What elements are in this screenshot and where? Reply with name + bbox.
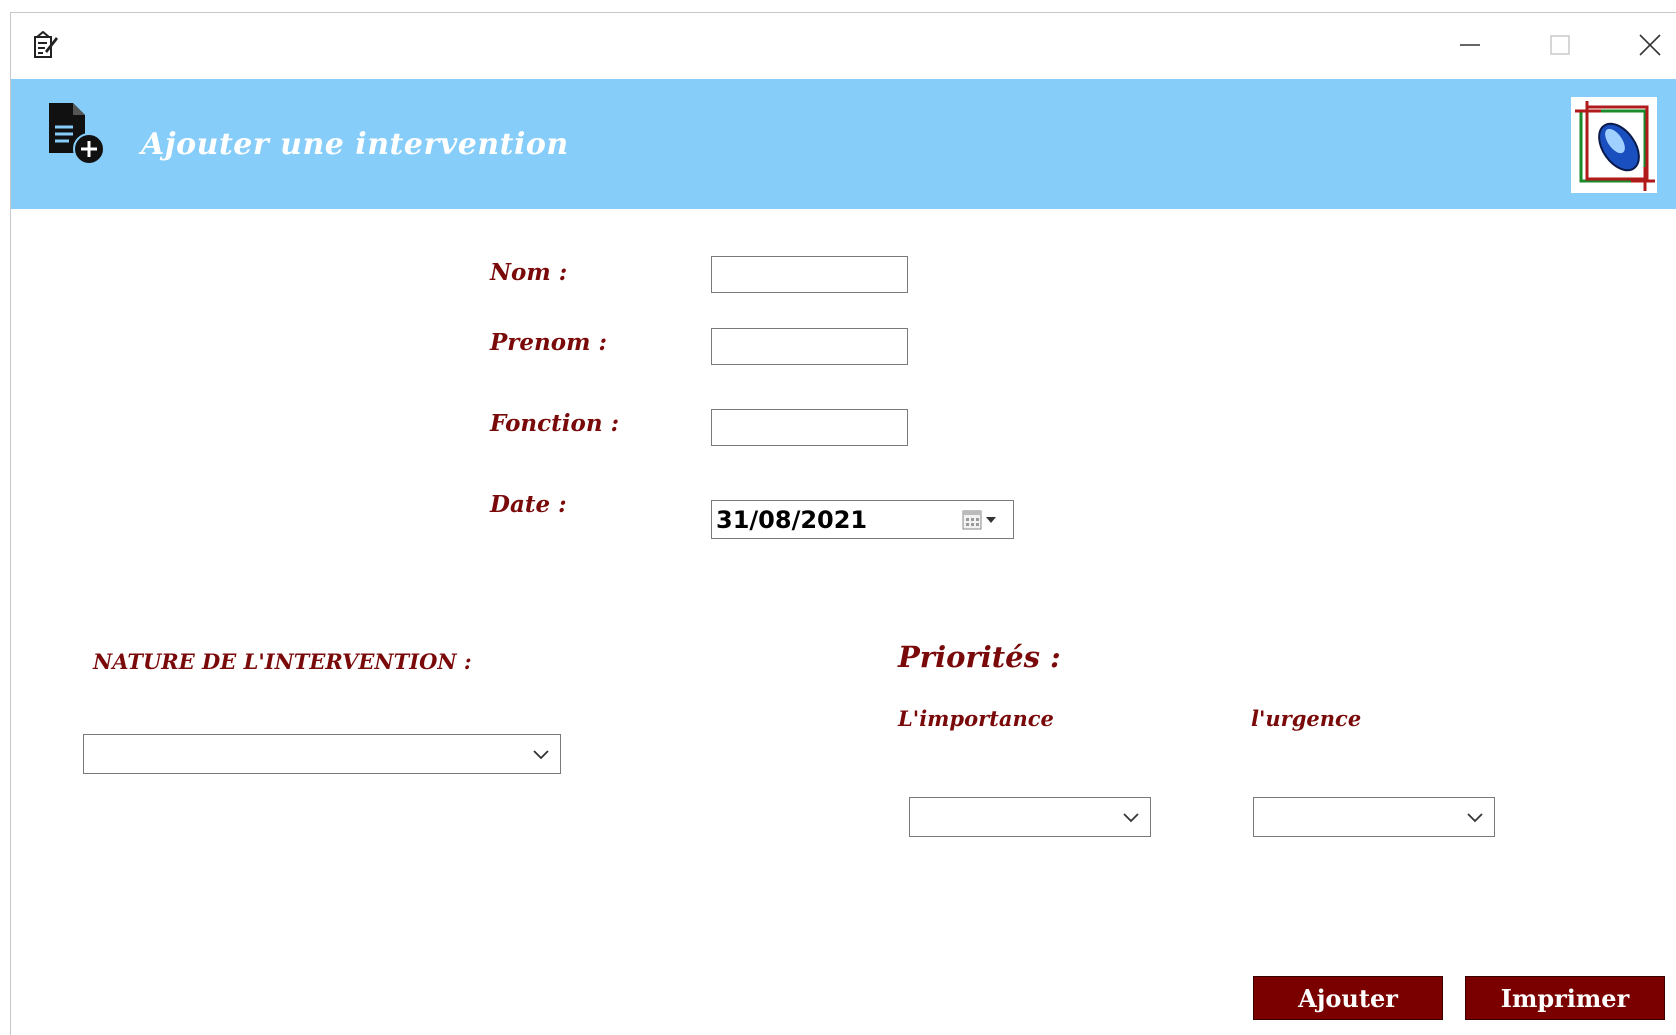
form-edit-icon [34, 31, 58, 58]
title-bar [11, 13, 1676, 79]
date-picker[interactable]: 31/08/2021 [711, 500, 1014, 539]
chevron-down-icon [533, 750, 549, 760]
date-value: 31/08/2021 [716, 506, 868, 534]
close-icon[interactable] [1627, 27, 1673, 63]
nature-select[interactable] [83, 734, 561, 774]
maximize-icon[interactable] [1537, 27, 1583, 63]
importance-label: L'importance [898, 706, 1054, 731]
minimize-icon[interactable] [1446, 27, 1492, 63]
app-window: Ajouter une intervention Nom : Prenom : … [10, 12, 1676, 1035]
fonction-field[interactable] [711, 409, 908, 446]
priorites-title: Priorités : [898, 640, 1061, 674]
imprimer-button[interactable]: Imprimer [1465, 976, 1665, 1020]
chevron-down-icon [1123, 813, 1139, 823]
urgence-label: l'urgence [1251, 706, 1362, 731]
calendar-dropdown-icon[interactable] [962, 510, 1006, 530]
page-title: Ajouter une intervention [141, 127, 569, 162]
nature-label: NATURE DE L'INTERVENTION : [93, 649, 472, 674]
prenom-field[interactable] [711, 328, 908, 365]
importance-select[interactable] [909, 797, 1151, 837]
add-document-icon [49, 103, 105, 165]
logo-icon [1571, 97, 1657, 193]
ajouter-button[interactable]: Ajouter [1253, 976, 1443, 1020]
prenom-label: Prenom : [490, 329, 607, 356]
urgence-select[interactable] [1253, 797, 1495, 837]
fonction-label: Fonction : [490, 410, 620, 437]
header-banner: Ajouter une intervention [11, 79, 1676, 209]
nom-field[interactable] [711, 256, 908, 293]
nom-label: Nom : [490, 259, 568, 286]
chevron-down-icon [1467, 813, 1483, 823]
date-label: Date : [490, 491, 567, 518]
